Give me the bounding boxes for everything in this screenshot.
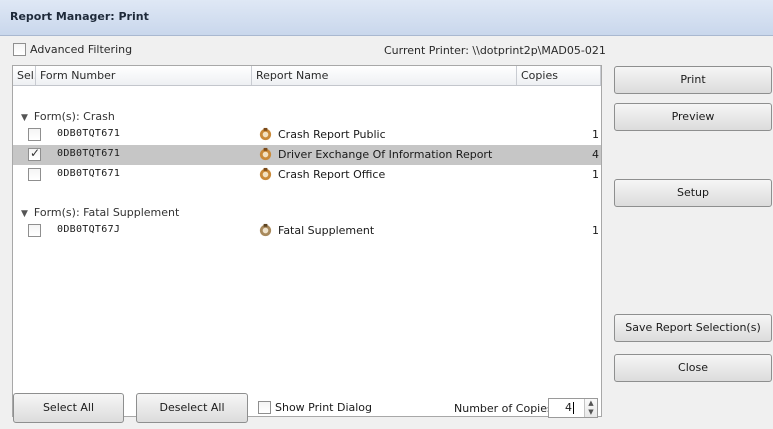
copies-cell: 1 (592, 128, 599, 141)
grid-header: Sel... Form Number Report Name Copies (13, 66, 601, 86)
stepper-arrows[interactable]: ▲ ▼ (584, 399, 597, 417)
report-name-cell: Driver Exchange Of Information Report (278, 148, 493, 161)
advanced-filtering-label: Advanced Filtering (30, 42, 133, 56)
select-all-button[interactable]: Select All (13, 393, 124, 423)
copies-cell: 1 (592, 168, 599, 181)
copies-cell: 1 (592, 224, 599, 237)
report-icon (259, 127, 272, 141)
row-select-checkbox[interactable] (28, 128, 41, 141)
report-name-cell: Crash Report Office (278, 168, 386, 181)
form-number-cell: 0DB0TQT671 (57, 168, 121, 179)
current-printer-label: Current Printer: \\dotprint2p\MAD05-021 (384, 44, 606, 57)
table-row[interactable]: 0DB0TQT67J Fatal Supplement 1 (13, 221, 601, 241)
column-header-report-name[interactable]: Report Name (252, 66, 517, 85)
group-label: Form(s): Crash (33, 110, 115, 123)
window-title: Report Manager: Print (10, 10, 149, 23)
group-header-fatal-supplement[interactable]: ▼ Form(s): Fatal Supplement (21, 205, 179, 221)
collapse-arrow-icon[interactable]: ▼ (21, 113, 28, 123)
collapse-arrow-icon[interactable]: ▼ (21, 209, 28, 219)
copies-cell: 4 (592, 148, 599, 161)
table-row[interactable]: 0DB0TQT671 Crash Report Public 1 (13, 125, 601, 145)
title-bar: Report Manager: Print (0, 0, 773, 36)
column-header-select[interactable]: Sel... (13, 66, 36, 85)
deselect-all-button[interactable]: Deselect All (136, 393, 248, 423)
advanced-filtering-checkbox[interactable] (13, 42, 26, 56)
form-number-cell: 0DB0TQT671 (57, 128, 121, 139)
group-header-crash[interactable]: ▼ Form(s): Crash (21, 109, 115, 125)
number-of-copies-label: Number of Copies (454, 402, 553, 415)
show-print-dialog-toggle[interactable]: Show Print Dialog (258, 400, 372, 414)
row-select-checkbox[interactable] (28, 224, 41, 237)
report-grid: Sel... Form Number Report Name Copies ▼ F… (12, 65, 602, 417)
advanced-filtering-toggle[interactable]: Advanced Filtering (13, 42, 132, 56)
number-of-copies-stepper[interactable]: 4 ▲ ▼ (548, 398, 598, 418)
dialog-body: Advanced Filtering Current Printer: \\do… (0, 36, 773, 429)
report-icon (259, 147, 272, 161)
report-icon (259, 223, 272, 237)
row-select-checkbox[interactable] (28, 168, 41, 181)
stepper-down-icon[interactable]: ▼ (585, 408, 597, 417)
print-button[interactable]: Print (614, 66, 772, 94)
report-name-cell: Fatal Supplement (278, 224, 375, 237)
form-number-cell: 0DB0TQT67J (57, 224, 121, 235)
show-print-dialog-checkbox[interactable] (258, 400, 271, 414)
preview-button[interactable]: Preview (614, 103, 772, 131)
form-number-cell: 0DB0TQT671 (57, 148, 121, 159)
close-button[interactable]: Close (614, 354, 772, 382)
column-header-copies[interactable]: Copies (517, 66, 601, 85)
row-select-checkbox[interactable] (28, 146, 41, 161)
table-row-selected[interactable]: 0DB0TQT671 Driver Exchange Of Informatio… (13, 145, 601, 165)
number-of-copies-value[interactable]: 4 (565, 401, 572, 414)
table-row[interactable]: 0DB0TQT671 Crash Report Office 1 (13, 165, 601, 185)
text-caret (573, 402, 574, 414)
stepper-up-icon[interactable]: ▲ (585, 399, 597, 408)
report-icon (259, 167, 272, 181)
report-name-cell: Crash Report Public (278, 128, 386, 141)
column-header-form-number[interactable]: Form Number (36, 66, 252, 85)
group-label: Form(s): Fatal Supplement (33, 206, 180, 219)
setup-button[interactable]: Setup (614, 179, 772, 207)
show-print-dialog-label: Show Print Dialog (275, 400, 373, 414)
save-report-selection-button[interactable]: Save Report Selection(s) (614, 314, 772, 342)
